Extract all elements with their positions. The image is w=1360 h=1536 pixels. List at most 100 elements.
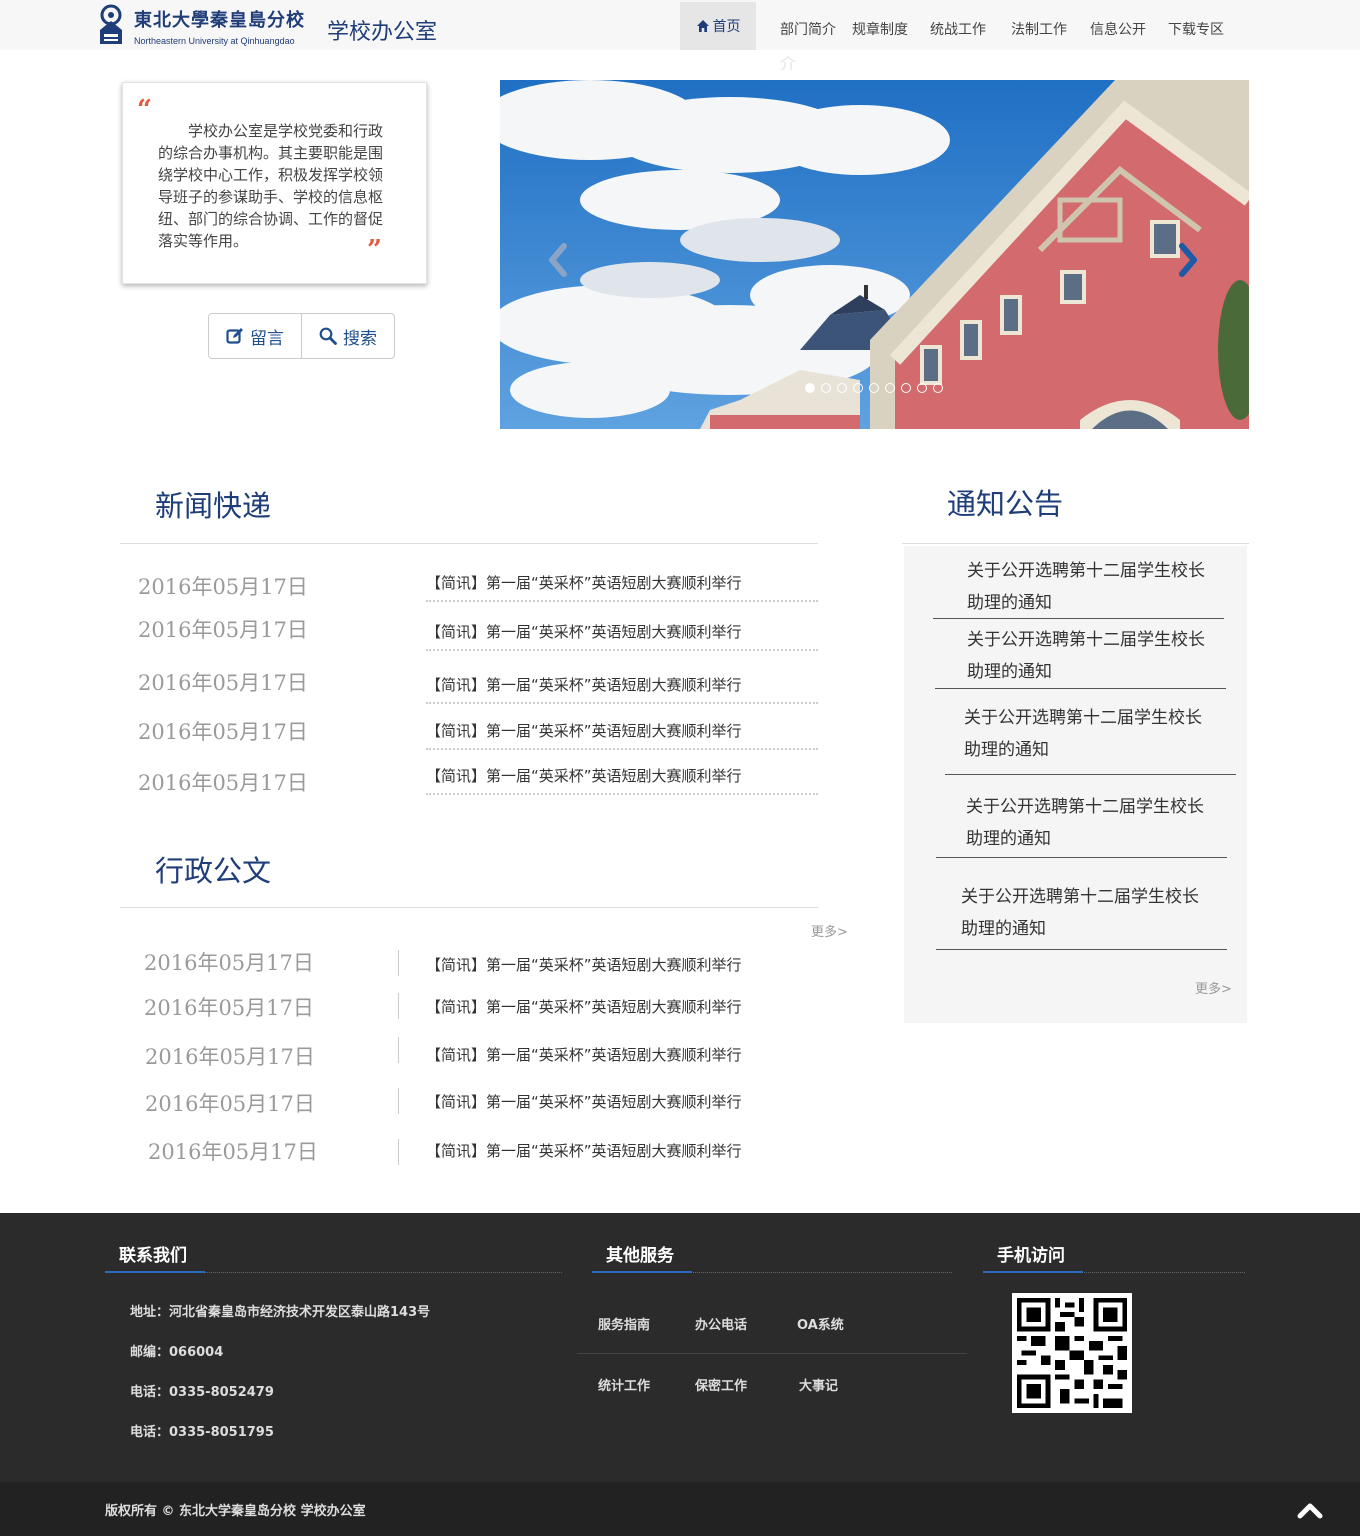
carousel-dot[interactable] <box>837 383 847 393</box>
message-button[interactable]: 留言 <box>209 314 301 358</box>
service-guide-link[interactable]: 服务指南 <box>598 1314 650 1333</box>
doc-separator <box>398 993 399 1019</box>
campus-building-photo <box>500 80 1249 429</box>
chronicle-link[interactable]: 大事记 <box>799 1375 838 1394</box>
doc-date: 2016年05月17日 <box>145 1092 315 1116</box>
carousel-indicators <box>805 383 943 393</box>
notices-more-link[interactable]: 更多> <box>1195 978 1232 997</box>
news-link[interactable]: 【简讯】第一届“英采杯”英语短剧大赛顺利举行 <box>426 720 818 750</box>
docs-section-divider <box>120 907 818 908</box>
oa-system-link[interactable]: OA系统 <box>797 1314 844 1333</box>
university-logo[interactable]: 東北大學秦皇島分校 Northeastern University at Qin… <box>98 4 313 48</box>
news-date: 2016年05月17日 <box>138 771 308 795</box>
carousel-dot[interactable] <box>917 383 927 393</box>
contact-accent-bar <box>105 1271 205 1273</box>
news-date: 2016年05月17日 <box>138 575 308 599</box>
notice-divider <box>945 774 1236 775</box>
copyright-text: 版权所有 © 东北大学秦皇岛分校 学校办公室 <box>105 1504 366 1519</box>
nav-regulations[interactable]: 规章制度 <box>852 19 908 39</box>
carousel-dot[interactable] <box>853 383 863 393</box>
carousel-dot[interactable] <box>821 383 831 393</box>
logo-chinese-text: 東北大學秦皇島分校 <box>134 10 305 31</box>
contact-us-title: 联系我们 <box>119 1246 187 1266</box>
doc-separator <box>398 1139 399 1165</box>
doc-link[interactable]: 【简讯】第一届“英采杯”英语短剧大赛顺利举行 <box>426 996 742 1017</box>
office-intro-card: “ 学校办公室是学校党委和行政的综合办事机构。其主要职能是围绕学校中心工作，积极… <box>122 82 427 284</box>
back-to-top-icon[interactable] <box>1296 1500 1324 1520</box>
carousel-dot[interactable] <box>869 383 879 393</box>
news-section-divider <box>120 543 818 544</box>
doc-separator <box>398 1037 399 1063</box>
qr-code-icon <box>1012 1293 1132 1413</box>
nav-home-label: 首页 <box>712 19 741 35</box>
nav-dropdown-ghost-text: 介 <box>780 54 797 73</box>
office-phone-link[interactable]: 办公电话 <box>695 1314 747 1333</box>
doc-date: 2016年05月17日 <box>145 1045 315 1069</box>
notice-link[interactable]: 关于公开选聘第十二届学生校长助理的通知 <box>967 624 1207 688</box>
notice-link[interactable]: 关于公开选聘第十二届学生校长助理的通知 <box>961 881 1201 945</box>
logo-english-text: Northeastern University at Qinhuangdao <box>134 36 295 46</box>
mobile-accent-bar <box>983 1271 1083 1273</box>
message-button-label: 留言 <box>250 328 284 349</box>
carousel-prev-arrow-icon[interactable] <box>546 242 570 278</box>
news-link[interactable]: 【简讯】第一届“英采杯”英语短剧大赛顺利举行 <box>426 765 818 795</box>
carousel-dot[interactable] <box>901 383 911 393</box>
nav-department-intro[interactable]: 部门简介 <box>780 19 836 39</box>
edit-icon <box>226 328 243 344</box>
notice-link[interactable]: 关于公开选聘第十二届学生校长助理的通知 <box>967 555 1207 619</box>
notices-section-title: 通知公告 <box>947 487 1064 521</box>
notice-divider <box>935 688 1226 689</box>
open-quote-icon: “ <box>137 95 152 125</box>
doc-date: 2016年05月17日 <box>144 951 314 975</box>
confidentiality-work-link[interactable]: 保密工作 <box>695 1375 747 1394</box>
notice-link[interactable]: 关于公开选聘第十二届学生校长助理的通知 <box>966 791 1206 855</box>
doc-date: 2016年05月17日 <box>144 996 314 1020</box>
carousel-dot[interactable] <box>933 383 943 393</box>
action-button-group: 留言 搜索 <box>208 313 395 359</box>
carousel-dot[interactable] <box>885 383 895 393</box>
news-date: 2016年05月17日 <box>138 618 308 642</box>
news-date: 2016年05月17日 <box>138 671 308 695</box>
mobile-access-title: 手机访问 <box>997 1246 1065 1266</box>
services-accent-bar <box>592 1271 692 1273</box>
notice-divider <box>936 949 1227 950</box>
news-link[interactable]: 【简讯】第一届“英采杯”英语短剧大赛顺利举行 <box>426 674 818 704</box>
news-date: 2016年05月17日 <box>138 720 308 744</box>
campus-image-carousel[interactable] <box>500 80 1249 429</box>
carousel-dot[interactable] <box>805 383 815 393</box>
docs-section-title: 行政公文 <box>155 854 272 888</box>
notice-divider <box>933 618 1224 619</box>
search-button[interactable]: 搜索 <box>301 314 394 358</box>
doc-separator <box>398 950 399 976</box>
notice-link[interactable]: 关于公开选聘第十二届学生校长助理的通知 <box>964 702 1204 766</box>
doc-link[interactable]: 【简讯】第一届“英采杯”英语短剧大赛顺利举行 <box>426 1140 742 1161</box>
contact-address: 地址：河北省秦皇岛市经济技术开发区泰山路143号 <box>130 1305 431 1320</box>
docs-more-link[interactable]: 更多> <box>811 921 848 940</box>
contact-phone-2: 电话：0335-8051795 <box>130 1425 274 1440</box>
nav-downloads[interactable]: 下载专区 <box>1168 19 1224 39</box>
site-header: 東北大學秦皇島分校 Northeastern University at Qin… <box>0 0 1360 50</box>
notices-section-divider <box>902 543 1249 544</box>
contact-phone-1: 电话：0335-8052479 <box>130 1385 274 1400</box>
doc-link[interactable]: 【简讯】第一届“英采杯”英语短剧大赛顺利举行 <box>426 1091 742 1112</box>
emblem-icon <box>100 4 122 44</box>
other-services-title: 其他服务 <box>606 1246 674 1266</box>
nav-information-disclosure[interactable]: 信息公开 <box>1090 19 1146 39</box>
doc-link[interactable]: 【简讯】第一届“英采杯”英语短剧大赛顺利举行 <box>426 954 742 975</box>
home-icon <box>696 20 709 32</box>
nav-home[interactable]: 首页 <box>680 2 756 50</box>
news-link[interactable]: 【简讯】第一届“英采杯”英语短剧大赛顺利举行 <box>426 572 818 602</box>
nav-legal-work[interactable]: 法制工作 <box>1011 19 1067 39</box>
search-icon <box>319 327 337 345</box>
news-link[interactable]: 【简讯】第一届“英采杯”英语短剧大赛顺利举行 <box>426 621 818 651</box>
close-quote-icon: ” <box>367 235 382 265</box>
doc-link[interactable]: 【简讯】第一届“英采杯”英语短剧大赛顺利举行 <box>426 1044 742 1065</box>
nav-united-front[interactable]: 统战工作 <box>930 19 986 39</box>
site-title: 学校办公室 <box>327 20 438 45</box>
statistics-work-link[interactable]: 统计工作 <box>598 1375 650 1394</box>
services-row-divider <box>577 1353 967 1354</box>
doc-date: 2016年05月17日 <box>148 1140 318 1164</box>
carousel-next-arrow-icon[interactable] <box>1176 242 1200 278</box>
notice-divider <box>936 857 1227 858</box>
search-button-label: 搜索 <box>343 328 377 349</box>
